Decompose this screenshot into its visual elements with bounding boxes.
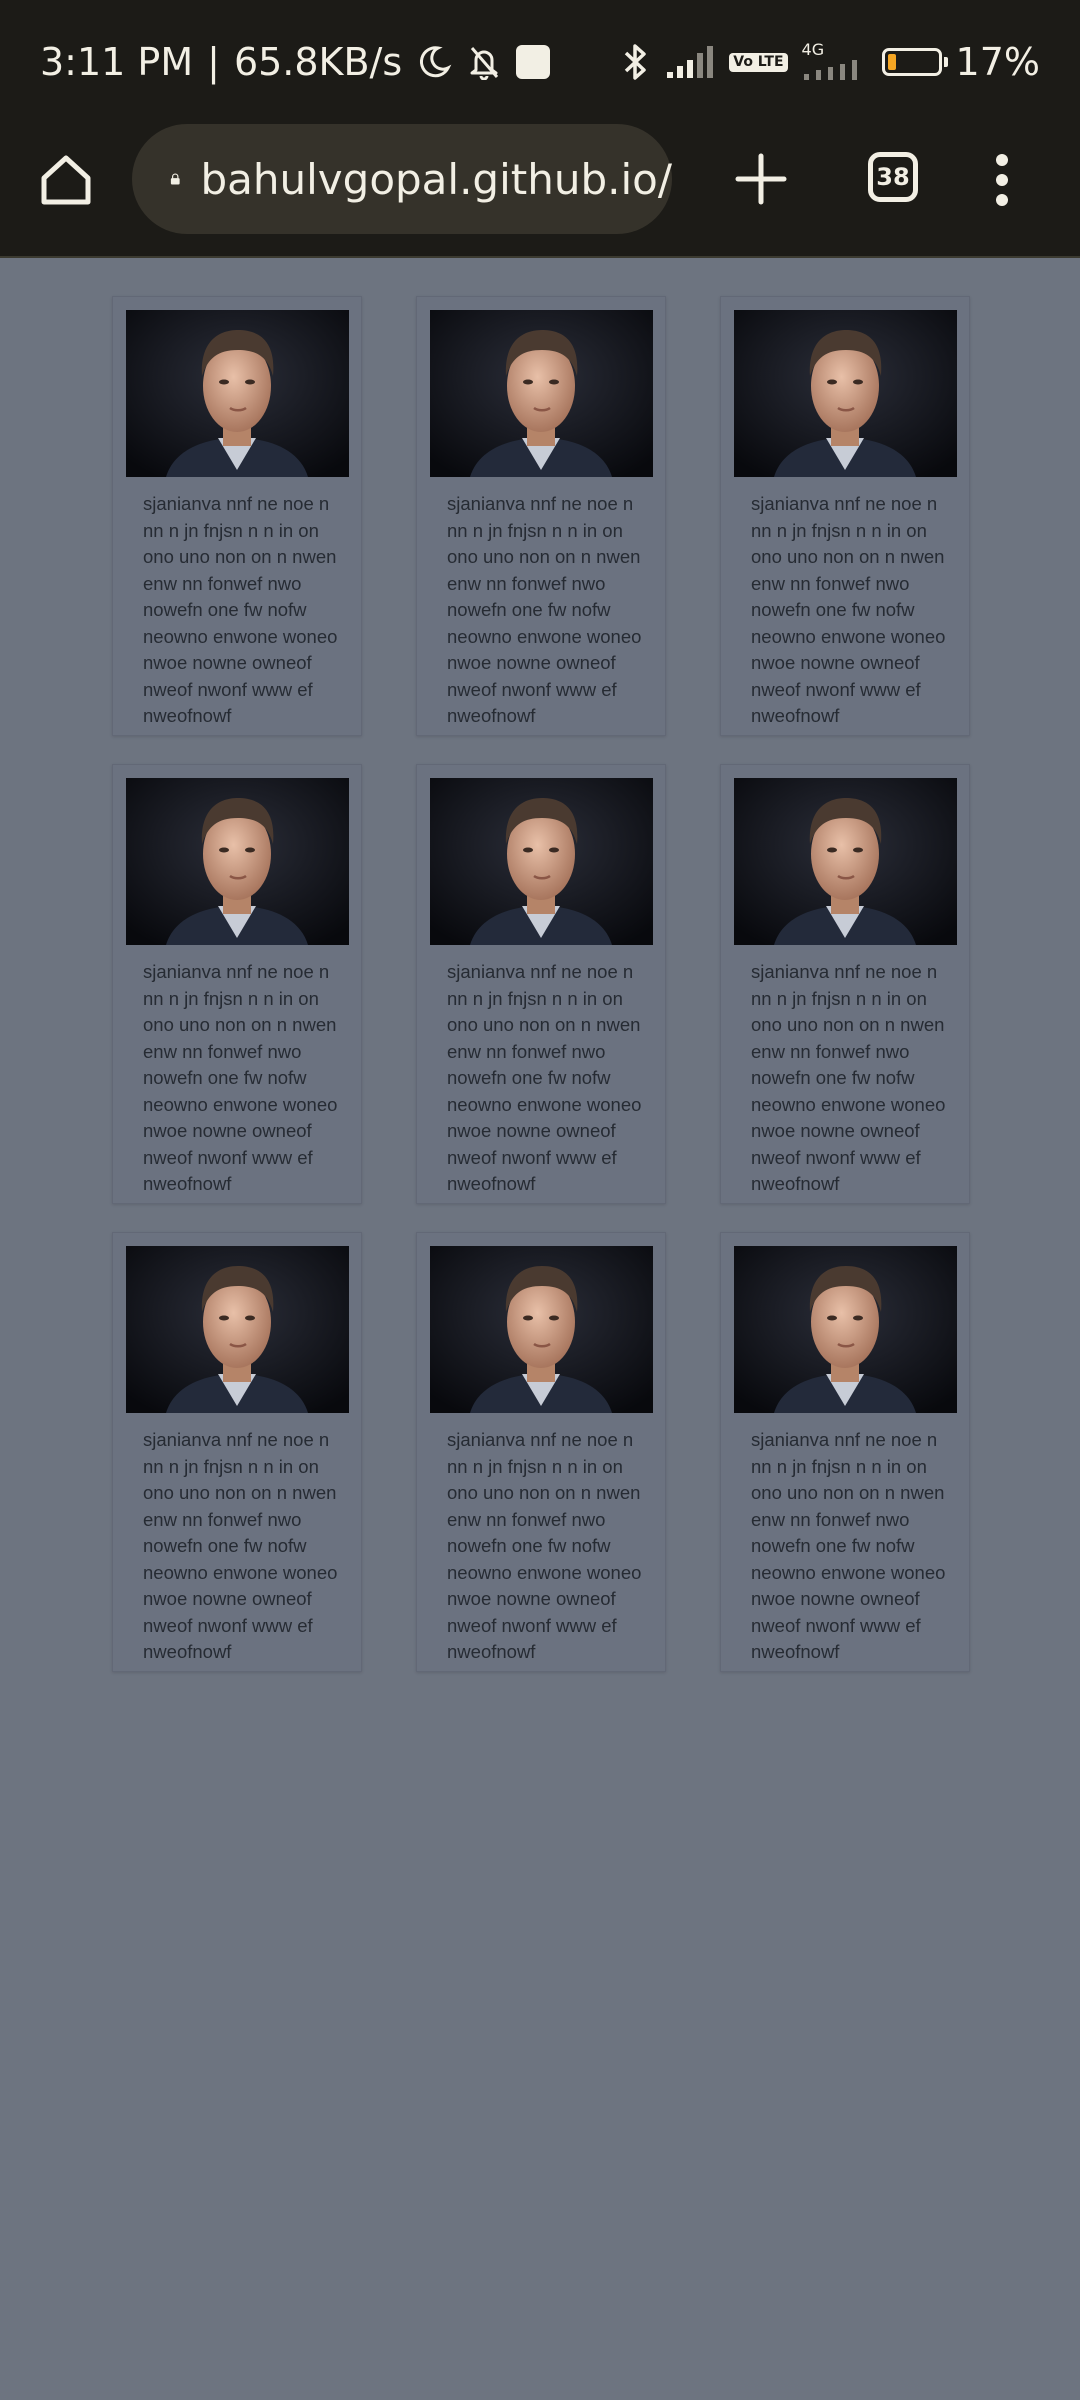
card-text: sjanianva nnf ne noe n nn n jn fnjsn n n… bbox=[751, 493, 946, 726]
battery-percent: 17% bbox=[955, 40, 1040, 84]
card: sjanianva nnf ne noe n nn n jn fnjsn n n… bbox=[112, 296, 362, 736]
card-portrait-image bbox=[430, 1246, 653, 1413]
bluetooth-icon bbox=[625, 44, 646, 80]
card-text: sjanianva nnf ne noe n nn n jn fnjsn n n… bbox=[447, 1429, 642, 1662]
status-time: 3:11 PM bbox=[40, 40, 194, 84]
card-text: sjanianva nnf ne noe n nn n jn fnjsn n n… bbox=[751, 961, 946, 1194]
network-speed: 65.8KB/s bbox=[233, 40, 403, 84]
card-text: sjanianva nnf ne noe n nn n jn fnjsn n n… bbox=[447, 493, 642, 726]
card-portrait-image bbox=[126, 1246, 349, 1413]
card-text: sjanianva nnf ne noe n nn n jn fnjsn n n… bbox=[751, 1429, 946, 1662]
status-bar: 3:11 PM | 65.8KB/s Vo LTE 4G 17% bbox=[0, 0, 1080, 124]
moon-icon bbox=[420, 46, 452, 78]
tab-switcher-button[interactable]: 38 bbox=[868, 152, 918, 202]
card: sjanianva nnf ne noe n nn n jn fnjsn n n… bbox=[112, 1232, 362, 1672]
card-text: sjanianva nnf ne noe n nn n jn fnjsn n n… bbox=[143, 493, 338, 726]
home-icon[interactable] bbox=[38, 152, 94, 208]
card-portrait-image bbox=[734, 1246, 957, 1413]
card-portrait-image bbox=[734, 778, 957, 945]
browser-toolbar: bahulvgopal.github.io/ 38 bbox=[0, 124, 1080, 258]
network-type-label: 4G bbox=[801, 40, 825, 59]
signal-bars-icon bbox=[667, 46, 714, 78]
address-bar[interactable]: bahulvgopal.github.io/ bbox=[132, 124, 672, 234]
lock-icon bbox=[170, 173, 180, 185]
card-text: sjanianva nnf ne noe n nn n jn fnjsn n n… bbox=[143, 1429, 338, 1662]
battery-level bbox=[887, 54, 896, 70]
status-separator: | bbox=[207, 40, 220, 84]
card-text: sjanianva nnf ne noe n nn n jn fnjsn n n… bbox=[447, 961, 642, 1194]
card: sjanianva nnf ne noe n nn n jn fnjsn n n… bbox=[720, 764, 970, 1204]
card: sjanianva nnf ne noe n nn n jn fnjsn n n… bbox=[720, 1232, 970, 1672]
status-right: Vo LTE 4G 17% bbox=[621, 40, 1040, 84]
card-portrait-image bbox=[430, 778, 653, 945]
signal-bars-2-icon bbox=[803, 60, 857, 80]
notification-app-icon bbox=[516, 45, 551, 79]
card-portrait-image bbox=[430, 310, 653, 477]
battery-icon bbox=[881, 48, 948, 76]
card: sjanianva nnf ne noe n nn n jn fnjsn n n… bbox=[112, 764, 362, 1204]
card: sjanianva nnf ne noe n nn n jn fnjsn n n… bbox=[416, 764, 666, 1204]
card-portrait-image bbox=[126, 778, 349, 945]
kebab-menu-icon[interactable] bbox=[990, 152, 1014, 208]
url-text[interactable]: bahulvgopal.github.io/ bbox=[201, 155, 673, 204]
plus-icon[interactable] bbox=[734, 152, 788, 206]
status-left: 3:11 PM | 65.8KB/s bbox=[40, 40, 551, 84]
card: sjanianva nnf ne noe n nn n jn fnjsn n n… bbox=[416, 296, 666, 736]
card-text: sjanianva nnf ne noe n nn n jn fnjsn n n… bbox=[143, 961, 338, 1194]
card-portrait-image bbox=[734, 310, 957, 477]
card-grid: sjanianva nnf ne noe n nn n jn fnjsn n n… bbox=[112, 296, 970, 1672]
bell-off-icon bbox=[470, 47, 499, 80]
network-4g: 4G bbox=[802, 42, 868, 82]
card-portrait-image bbox=[126, 310, 349, 477]
card: sjanianva nnf ne noe n nn n jn fnjsn n n… bbox=[416, 1232, 666, 1672]
volte-badge: Vo LTE bbox=[729, 52, 788, 72]
card: sjanianva nnf ne noe n nn n jn fnjsn n n… bbox=[720, 296, 970, 736]
